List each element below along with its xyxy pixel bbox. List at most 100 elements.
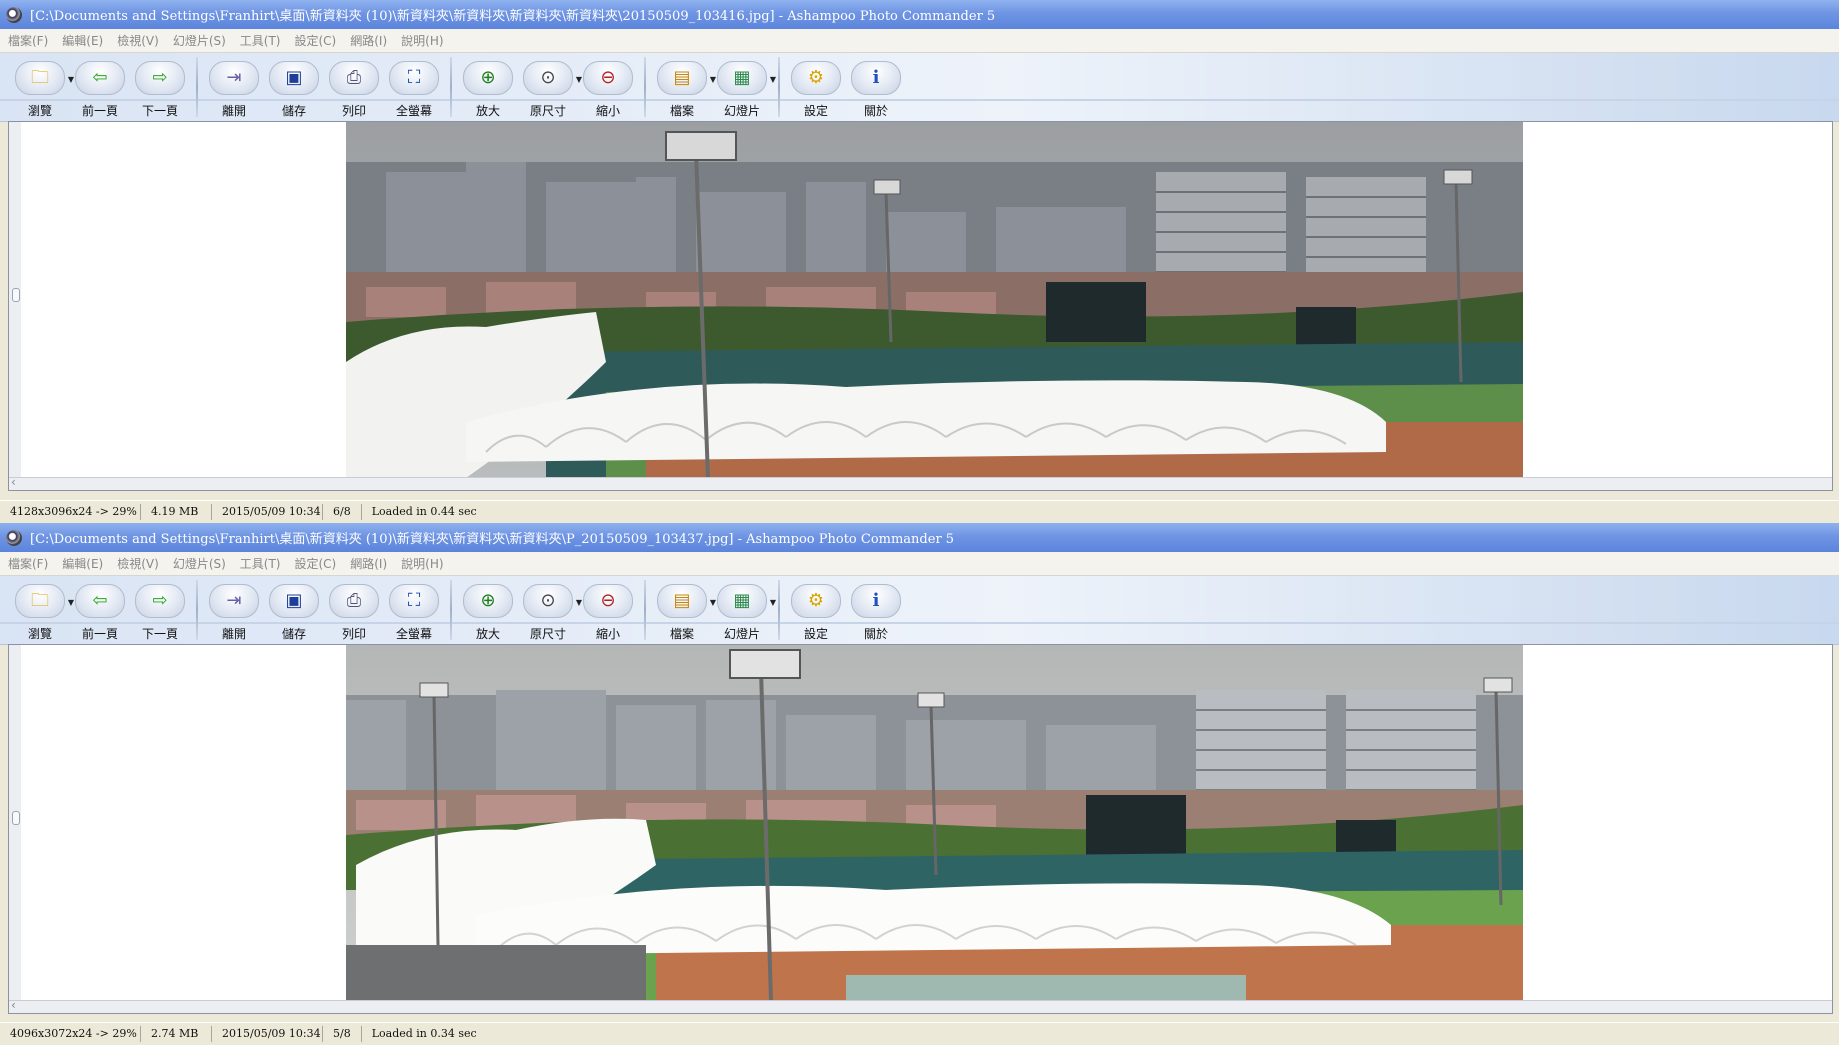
menu-slideshow[interactable]: 幻燈片(S) <box>173 32 226 49</box>
status-load-time: Loaded in 0.34 sec <box>371 1027 477 1040</box>
arrow-right-icon: ⇨ <box>135 584 185 618</box>
info-icon: i <box>851 584 901 618</box>
print-label: 列印 <box>341 627 366 641</box>
actual-size-button[interactable]: ⊙ 原尺寸 ▼ <box>518 61 582 119</box>
fullscreen-button[interactable]: ⛶ 全螢幕 <box>384 584 444 642</box>
menu-tools[interactable]: 工具(T) <box>240 555 281 572</box>
menu-network[interactable]: 網路(I) <box>350 32 387 49</box>
file-button[interactable]: ▤ 檔案 ▼ <box>652 61 716 119</box>
actual-size-button[interactable]: ⊙ 原尺寸 ▼ <box>518 584 582 642</box>
next-label: 下一頁 <box>141 627 178 641</box>
next-button[interactable]: ⇨ 下一頁 <box>130 584 190 642</box>
menu-settings[interactable]: 設定(C) <box>295 32 337 49</box>
window-title: [C:\Documents and Settings\Franhirt\桌面\新… <box>30 9 996 24</box>
close-button[interactable]: ⇥ 離開 <box>204 61 264 119</box>
menu-file[interactable]: 檔案(F) <box>8 32 48 49</box>
exit-door-icon: ⇥ <box>209 584 259 618</box>
menu-view[interactable]: 檢視(V) <box>117 32 159 49</box>
arrow-right-icon: ⇨ <box>135 61 185 95</box>
status-date: 2015/05/09 10:34 <box>212 504 323 520</box>
prev-button[interactable]: ⇦ 前一頁 <box>70 584 130 642</box>
slideshow-icon: ▦ <box>717 61 767 95</box>
arrow-left-icon: ⇦ <box>75 61 125 95</box>
menu-network[interactable]: 網路(I) <box>350 555 387 572</box>
status-index: 5/8 <box>323 1026 362 1042</box>
slideshow-dropdown-icon[interactable]: ▼ <box>770 598 776 607</box>
folder-search-icon: 🗀 <box>15 584 65 618</box>
menu-edit[interactable]: 編輯(E) <box>62 555 103 572</box>
menu-bar: 檔案(F) 編輯(E) 檢視(V) 幻燈片(S) 工具(T) 設定(C) 網路(… <box>0 29 1839 53</box>
settings-button[interactable]: ⚙ 設定 <box>786 61 846 119</box>
image-viewer[interactable] <box>8 121 1833 491</box>
slideshow-dropdown-icon[interactable]: ▼ <box>770 75 776 84</box>
printer-icon: ⎙ <box>329 584 379 618</box>
status-date: 2015/05/09 10:34 <box>212 1026 323 1042</box>
settings-button[interactable]: ⚙ 設定 <box>786 584 846 642</box>
zoom-in-label: 放大 <box>475 104 500 118</box>
window-title: [C:\Documents and Settings\Franhirt\桌面\新… <box>30 532 955 547</box>
file-icon: ▤ <box>657 584 707 618</box>
toolbar-separator <box>644 57 646 117</box>
file-button[interactable]: ▤ 檔案 ▼ <box>652 584 716 642</box>
menu-tools[interactable]: 工具(T) <box>240 32 281 49</box>
browse-button[interactable]: 🗀 瀏覽 ▼ <box>10 61 74 119</box>
status-index: 6/8 <box>323 504 362 520</box>
toolbar-navigation-group: 🗀 瀏覽 ▼ ⇦ 前一頁 ⇨ 下一頁 <box>10 576 190 642</box>
menu-view[interactable]: 檢視(V) <box>117 555 159 572</box>
zoom-out-button[interactable]: ⊖ 縮小 <box>578 584 638 642</box>
horizontal-scrollbar[interactable] <box>9 475 1832 490</box>
stadium-photo <box>346 122 1523 478</box>
close-label: 離開 <box>221 104 246 118</box>
zoom-in-label: 放大 <box>475 627 500 641</box>
next-button[interactable]: ⇨ 下一頁 <box>130 61 190 119</box>
toolbar-tools-group: ▤ 檔案 ▼ ▦ 幻燈片 ▼ <box>652 53 776 119</box>
save-button[interactable]: ▣ 儲存 <box>264 584 324 642</box>
status-file-size: 4.19 MB <box>141 504 212 520</box>
zoom-in-button[interactable]: ⊕ 放大 <box>458 584 518 642</box>
close-button[interactable]: ⇥ 離開 <box>204 584 264 642</box>
about-label: 關於 <box>863 104 888 118</box>
save-label: 儲存 <box>281 104 306 118</box>
about-button[interactable]: i 關於 <box>846 61 906 119</box>
menu-bar: 檔案(F) 編輯(E) 檢視(V) 幻燈片(S) 工具(T) 設定(C) 網路(… <box>0 552 1839 576</box>
menu-slideshow[interactable]: 幻燈片(S) <box>173 555 226 572</box>
app-icon[interactable] <box>6 6 22 23</box>
title-bar[interactable]: [C:\Documents and Settings\Franhirt\桌面\新… <box>0 523 1839 552</box>
slideshow-button[interactable]: ▦ 幻燈片 ▼ <box>712 61 776 119</box>
app-icon[interactable] <box>6 529 22 546</box>
slideshow-icon: ▦ <box>717 584 767 618</box>
settings-label: 設定 <box>803 104 828 118</box>
toolbar-tools-group: ▤ 檔案 ▼ ▦ 幻燈片 ▼ <box>652 576 776 642</box>
zoom-out-button[interactable]: ⊖ 縮小 <box>578 61 638 119</box>
print-button[interactable]: ⎙ 列印 <box>324 61 384 119</box>
menu-help[interactable]: 說明(H) <box>401 32 443 49</box>
prev-label: 前一頁 <box>81 104 118 118</box>
fullscreen-button[interactable]: ⛶ 全螢幕 <box>384 61 444 119</box>
menu-file[interactable]: 檔案(F) <box>8 555 48 572</box>
zoom-out-label: 縮小 <box>595 104 620 118</box>
menu-edit[interactable]: 編輯(E) <box>62 32 103 49</box>
status-file-size: 2.74 MB <box>141 1026 212 1042</box>
horizontal-scrollbar[interactable] <box>9 998 1832 1013</box>
print-button[interactable]: ⎙ 列印 <box>324 584 384 642</box>
toolbar-zoom-group: ⊕ 放大 ⊙ 原尺寸 ▼ ⊖ 縮小 <box>458 53 638 119</box>
settings-icon: ⚙ <box>791 584 841 618</box>
title-bar[interactable]: [C:\Documents and Settings\Franhirt\桌面\新… <box>0 0 1839 29</box>
browse-button[interactable]: 🗀 瀏覽 ▼ <box>10 584 74 642</box>
fullscreen-label: 全螢幕 <box>395 104 432 118</box>
menu-settings[interactable]: 設定(C) <box>295 555 337 572</box>
menu-help[interactable]: 說明(H) <box>401 555 443 572</box>
viewer-window-2: [C:\Documents and Settings\Franhirt\桌面\新… <box>0 523 1839 1045</box>
about-button[interactable]: i 關於 <box>846 584 906 642</box>
next-label: 下一頁 <box>141 104 178 118</box>
folder-search-icon: 🗀 <box>15 61 65 95</box>
slideshow-button[interactable]: ▦ 幻燈片 ▼ <box>712 584 776 642</box>
zoom-in-button[interactable]: ⊕ 放大 <box>458 61 518 119</box>
file-label: 檔案 <box>669 627 694 641</box>
floppy-disk-icon: ▣ <box>269 61 319 95</box>
image-area[interactable] <box>21 645 1832 1001</box>
image-area[interactable] <box>21 122 1832 478</box>
save-button[interactable]: ▣ 儲存 <box>264 61 324 119</box>
prev-button[interactable]: ⇦ 前一頁 <box>70 61 130 119</box>
image-viewer[interactable] <box>8 644 1833 1014</box>
